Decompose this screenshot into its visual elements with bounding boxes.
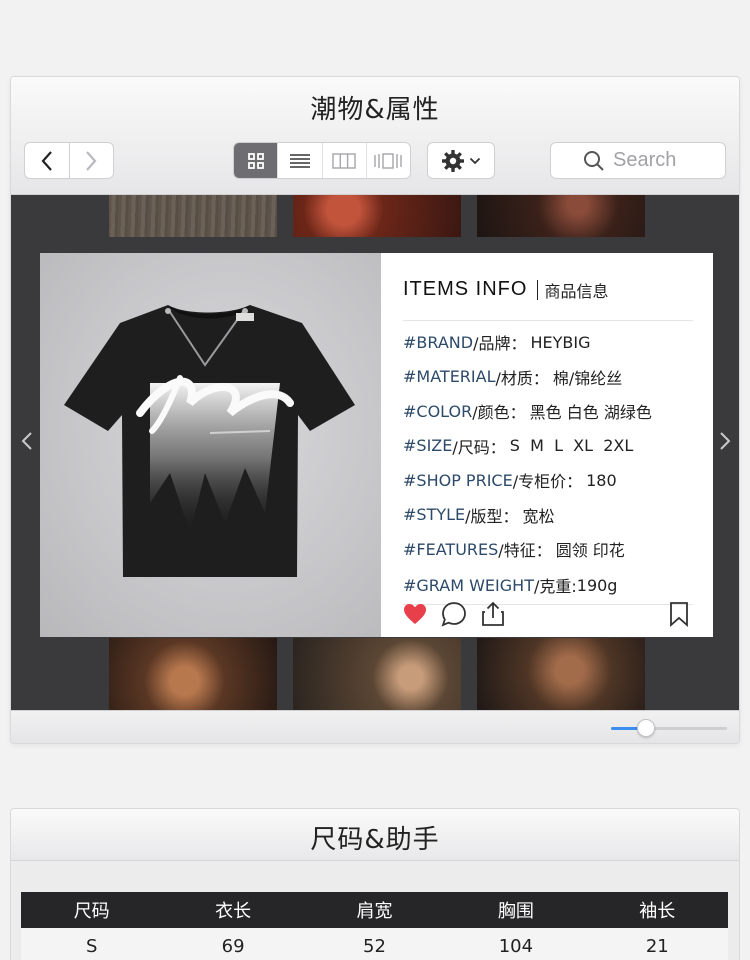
product-card: ITEMS INFO 商品信息 #BRAND/品牌： HEYBIG #MATERI… — [40, 253, 713, 637]
attribute-tag: #COLOR — [403, 401, 473, 421]
share-icon[interactable] — [481, 601, 505, 627]
attribute-label: /品牌： — [473, 334, 527, 354]
search-icon — [584, 150, 604, 171]
items-info-subtitle: 商品信息 — [544, 281, 609, 301]
chevron-right-icon — [86, 150, 97, 171]
next-item-button[interactable] — [715, 427, 735, 455]
table-cell: S — [21, 928, 163, 960]
column-view-button[interactable] — [321, 143, 366, 178]
attribute-label: /版型： — [465, 506, 519, 526]
attribute-value: 黑色 白色 湖绿色 — [529, 403, 652, 423]
bookmark-icon[interactable] — [669, 601, 689, 627]
attribute-label: /克重: — [533, 577, 577, 596]
window-header: 尺码&助手 — [11, 809, 739, 861]
search-field[interactable] — [550, 142, 726, 179]
table-row: S 69 52 104 21 — [21, 928, 728, 960]
items-info-panel: ITEMS INFO 商品信息 #BRAND/品牌： HEYBIG #MATERI… — [381, 253, 713, 637]
table-cell: 52 — [303, 928, 446, 960]
attribute-label: /尺码： — [452, 437, 506, 457]
window-footer — [11, 710, 739, 743]
attribute-label: /颜色： — [472, 403, 526, 423]
attribute-value: 190g — [576, 575, 618, 595]
product-attributes-window: 潮物&属性 Search ITEMS INFO 商品信息 #BRAND /品牌：… — [10, 76, 740, 744]
column-header: 尺码 — [21, 892, 163, 928]
gallery-content: ITEMS INFO 商品信息 #BRAND/品牌： HEYBIG #MATERI… — [11, 195, 739, 710]
forward-button[interactable] — [68, 143, 113, 178]
attribute-value: HEYBIG — [530, 332, 591, 352]
attribute-tag: #MATERIAL — [403, 367, 496, 387]
list-view-icon — [289, 153, 310, 168]
comment-icon[interactable] — [441, 601, 467, 627]
table-cell: 69 — [162, 928, 304, 960]
attribute-value: 180 — [586, 470, 617, 490]
list-view-button[interactable] — [277, 143, 321, 178]
attribute-material: #MATERIAL/材质： 棉/锦纶丝 — [403, 360, 693, 395]
search-input[interactable] — [613, 149, 693, 172]
window-header: 潮物&属性 — [11, 77, 739, 195]
back-button[interactable] — [25, 143, 69, 178]
column-header: 衣长 — [162, 892, 304, 928]
size-helper-window: 尺码&助手 尺码 衣长 肩宽 胸围 袖长 S 69 52 104 21 — [10, 808, 740, 960]
chevron-right-icon — [720, 432, 731, 450]
gallery-thumbnail[interactable] — [477, 638, 645, 710]
grid-view-button[interactable] — [234, 143, 278, 178]
column-header: 袖长 — [586, 892, 728, 928]
items-info-title: ITEMS INFO — [403, 278, 528, 300]
window-title: 尺码&助手 — [310, 825, 440, 855]
chevron-down-icon — [469, 157, 481, 164]
attribute-size: #SIZE/尺码： S M L XL 2XL — [403, 429, 693, 464]
column-header: 肩宽 — [303, 892, 446, 928]
attribute-tag: #SHOP PRICE — [403, 470, 513, 490]
chevron-left-icon — [21, 432, 32, 450]
size-table: 尺码 衣长 肩宽 胸围 袖长 S 69 52 104 21 — [21, 892, 728, 960]
navigation-buttons — [24, 142, 114, 179]
gear-icon — [442, 149, 464, 172]
product-photo — [40, 253, 381, 637]
column-header: 胸围 — [445, 892, 587, 928]
coverflow-view-button[interactable] — [365, 143, 410, 178]
attribute-tag: #STYLE — [403, 505, 466, 525]
card-actions — [403, 599, 689, 629]
attribute-value: 圆领 印花 — [555, 541, 625, 561]
divider — [537, 279, 539, 300]
attribute-brand: #BRAND/品牌： HEYBIG — [403, 325, 693, 360]
attribute-value: 棉/锦纶丝 — [552, 368, 623, 388]
heart-icon[interactable] — [403, 603, 427, 625]
zoom-slider-knob[interactable] — [636, 719, 655, 737]
attribute-tag: #FEATURES — [403, 539, 499, 559]
items-info-header: ITEMS INFO 商品信息 — [403, 253, 693, 321]
grid-view-icon — [247, 152, 264, 169]
attribute-features: #FEATURES/特征： 圆领 印花 — [403, 532, 693, 567]
attribute-tag: #GRAM WEIGHT — [403, 575, 534, 595]
gallery-thumbnail[interactable] — [293, 195, 461, 237]
column-view-icon — [332, 152, 356, 169]
attribute-shop-price: #SHOP PRICE/专柜价： 180 — [403, 463, 693, 498]
table-header-row: 尺码 衣长 肩宽 胸围 袖长 — [21, 892, 728, 928]
tshirt-image — [64, 305, 355, 577]
attribute-label: /专柜价： — [512, 472, 583, 492]
zoom-slider[interactable] — [611, 719, 727, 737]
attribute-list: #BRAND/品牌： HEYBIG #MATERIAL/材质： 棉/锦纶丝 #COL… — [403, 321, 693, 605]
table-cell: 21 — [586, 928, 728, 960]
view-mode-selector — [233, 142, 411, 179]
attribute-color: #COLOR/颜色： 黑色 白色 湖绿色 — [403, 394, 693, 429]
gallery-thumbnail[interactable] — [477, 195, 645, 237]
settings-dropdown-button[interactable] — [427, 142, 495, 179]
attribute-tag: #SIZE — [403, 436, 453, 456]
gallery-thumbnail[interactable] — [109, 195, 277, 237]
table-cell: 104 — [445, 928, 587, 960]
previous-item-button[interactable] — [17, 427, 37, 455]
gallery-thumbnail[interactable] — [293, 638, 461, 710]
attribute-tag: #BRAND — [403, 332, 474, 352]
attribute-label: /特征： — [498, 541, 552, 561]
attribute-value: 宽松 — [522, 506, 555, 526]
attribute-label: /材质： — [495, 368, 549, 388]
window-title: 潮物&属性 — [310, 95, 440, 125]
gallery-thumbnail[interactable] — [109, 638, 277, 710]
chevron-left-icon — [41, 150, 52, 171]
attribute-value: S M L XL 2XL — [509, 436, 634, 456]
coverflow-view-icon — [374, 152, 403, 169]
attribute-style: #STYLE/版型： 宽松 — [403, 498, 693, 533]
